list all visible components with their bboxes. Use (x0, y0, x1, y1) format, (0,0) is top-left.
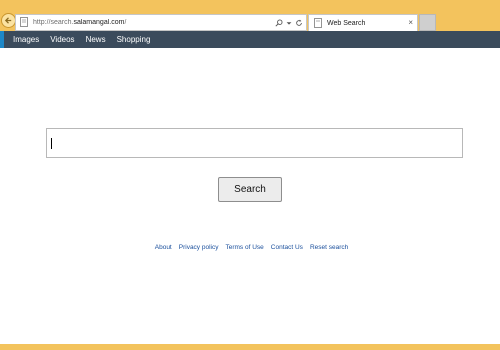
address-url[interactable]: http://search.salamangal.com/ (33, 19, 275, 26)
back-arrow-icon (4, 17, 12, 24)
page-icon (19, 17, 30, 28)
search-icon[interactable] (275, 19, 283, 27)
nav-item-videos[interactable]: Videos (50, 35, 74, 44)
tab-close-icon[interactable]: × (408, 19, 413, 27)
footer-link-about[interactable]: About (155, 244, 172, 251)
nav-item-images[interactable]: Images (13, 35, 39, 44)
url-prefix: http://search. (33, 19, 74, 26)
browser-chrome: http://search.salamangal.com/ Web Search… (0, 0, 500, 31)
footer-link-reset-search[interactable]: Reset search (310, 244, 348, 251)
dropdown-arrow-icon[interactable] (285, 19, 293, 27)
nav-item-news[interactable]: News (86, 35, 106, 44)
top-nav: Images Videos News Shopping (0, 31, 500, 48)
search-input[interactable] (46, 128, 463, 158)
new-tab-button[interactable] (419, 14, 436, 31)
tab-title: Web Search (327, 19, 366, 27)
footer-link-terms-of-use[interactable]: Terms of Use (225, 244, 263, 251)
address-tools (275, 19, 303, 27)
search-button[interactable]: Search (218, 177, 282, 202)
refresh-icon[interactable] (295, 19, 303, 27)
url-suffix: / (124, 19, 127, 26)
footer-link-privacy-policy[interactable]: Privacy policy (179, 244, 219, 251)
text-caret (51, 138, 52, 149)
url-domain: salamangal.com (73, 19, 125, 26)
nav-item-shopping[interactable]: Shopping (117, 35, 151, 44)
status-bar (0, 344, 500, 350)
address-bar[interactable]: http://search.salamangal.com/ (15, 14, 307, 31)
tab-page-icon (313, 18, 323, 28)
back-button[interactable] (1, 13, 16, 28)
footer-link-contact-us[interactable]: Contact Us (271, 244, 303, 251)
footer-links: About Privacy policy Terms of Use Contac… (0, 244, 500, 251)
tab-web-search[interactable]: Web Search × (308, 14, 418, 31)
main-content: Search About Privacy policy Terms of Use… (0, 48, 500, 344)
